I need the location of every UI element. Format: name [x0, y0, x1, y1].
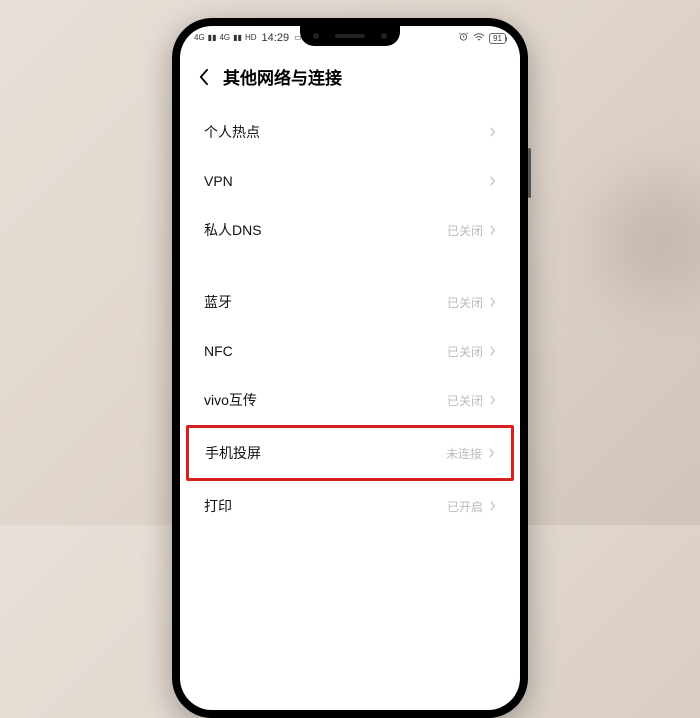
- alarm-icon: [458, 31, 469, 45]
- signal-bars-icon: ▮▮: [208, 34, 217, 42]
- wifi-icon: [473, 32, 485, 45]
- chevron-right-icon: [489, 224, 496, 236]
- row-nfc[interactable]: NFC 已关闭: [188, 327, 512, 375]
- row-label: 蓝牙: [204, 292, 232, 312]
- settings-list: 个人热点 VPN 私人DNS 已关闭: [180, 107, 520, 531]
- power-button: [528, 148, 531, 198]
- row-label: 打印: [204, 496, 232, 516]
- row-label: 个人热点: [204, 122, 260, 142]
- signal-4g-icon: 4G: [194, 34, 205, 42]
- row-screen-casting[interactable]: 手机投屏 未连接: [186, 425, 514, 481]
- row-value: 已关闭: [447, 343, 483, 360]
- phone-frame: 4G ▮▮ 4G ▮▮ HD 14:29 ▭ 91: [172, 18, 528, 718]
- page-title: 其他网络与连接: [223, 64, 342, 89]
- page-header: 其他网络与连接: [180, 48, 520, 107]
- hd-icon: HD: [245, 34, 257, 42]
- row-value: 已关闭: [447, 222, 483, 239]
- row-personal-hotspot[interactable]: 个人热点: [188, 107, 512, 157]
- row-printing[interactable]: 打印 已开启: [188, 481, 512, 531]
- row-vpn[interactable]: VPN: [188, 157, 512, 205]
- row-label: vivo互传: [204, 390, 257, 410]
- battery-icon: 91: [489, 33, 506, 44]
- screen: 4G ▮▮ 4G ▮▮ HD 14:29 ▭ 91: [180, 26, 520, 710]
- row-value: 已关闭: [447, 392, 483, 409]
- row-label: 手机投屏: [205, 443, 261, 463]
- row-label: NFC: [204, 343, 233, 359]
- row-value: 未连接: [446, 445, 482, 462]
- chevron-right-icon: [489, 394, 496, 406]
- chevron-right-icon: [489, 345, 496, 357]
- row-private-dns[interactable]: 私人DNS 已关闭: [188, 205, 512, 255]
- row-bluetooth[interactable]: 蓝牙 已关闭: [188, 277, 512, 327]
- notch: [300, 26, 400, 46]
- row-value: 已关闭: [447, 294, 483, 311]
- chevron-right-icon: [489, 500, 496, 512]
- row-label: VPN: [204, 173, 233, 189]
- chevron-right-icon: [488, 447, 495, 459]
- signal-bars-icon: ▮▮: [233, 34, 242, 42]
- status-time: 14:29: [262, 32, 290, 44]
- chevron-right-icon: [489, 126, 496, 138]
- row-label: 私人DNS: [204, 220, 262, 240]
- chevron-right-icon: [489, 175, 496, 187]
- signal-4g-icon: 4G: [219, 34, 230, 42]
- back-button[interactable]: [198, 68, 209, 86]
- chevron-right-icon: [489, 296, 496, 308]
- row-vivo-share[interactable]: vivo互传 已关闭: [188, 375, 512, 425]
- row-value: 已开启: [447, 498, 483, 515]
